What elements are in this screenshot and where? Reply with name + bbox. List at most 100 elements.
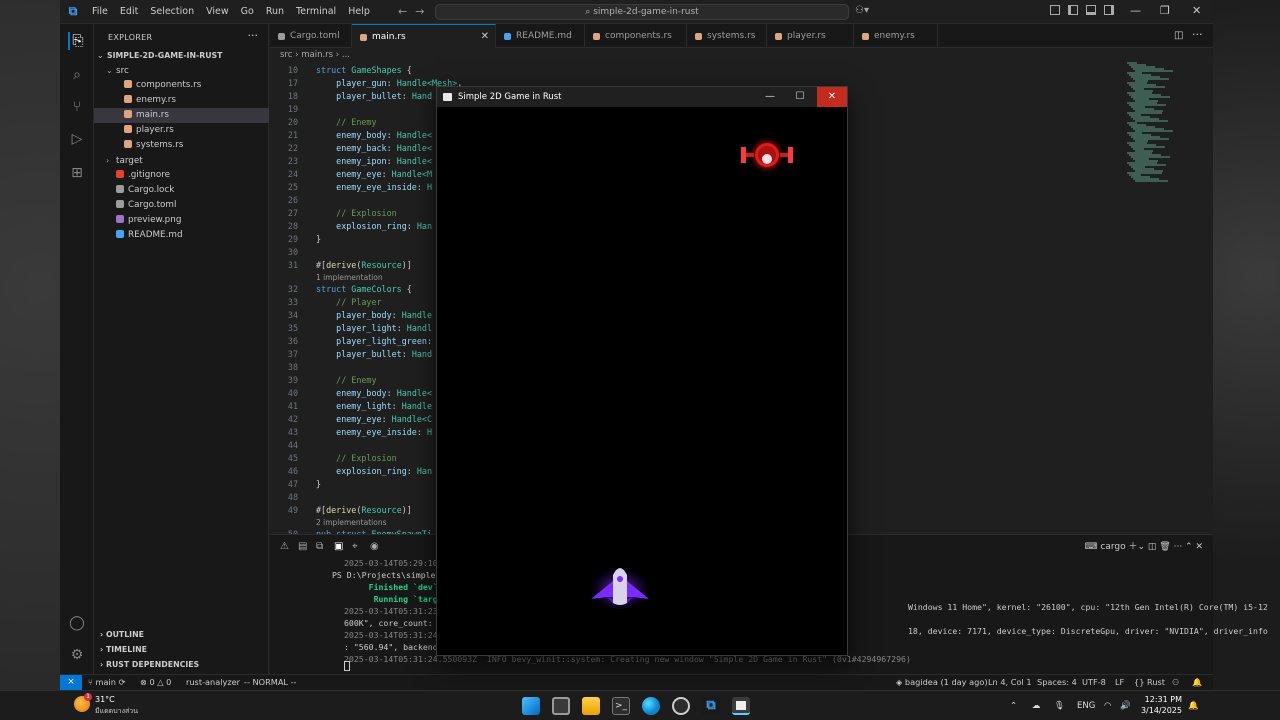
clock[interactable]: 12:31 PM 3/14/2025 [1118,694,1182,716]
chrome-icon[interactable] [672,697,690,715]
tab-systems-rs[interactable]: systems.rs [687,24,767,48]
tree-item-components-rs[interactable]: components.rs [94,78,269,93]
cursor-position[interactable]: Ln 4, Col 1 [988,675,1032,690]
tab-components-rs[interactable]: components.rs [585,24,687,48]
game-maximize-icon[interactable]: ☐ [785,87,815,107]
game-minimize-icon[interactable]: — [755,87,785,107]
game-title-bar[interactable]: Simple 2D Game in Rust — ☐ ✕ [437,87,847,107]
notification-center-icon[interactable]: 🔔 [1188,691,1199,720]
tray-overflow-icon[interactable]: ⌃ [1010,691,1017,720]
menu-run[interactable]: Run [260,6,290,17]
new-terminal-icon[interactable]: ＋⌄ [1129,542,1148,552]
command-center-search[interactable]: ⌕ simple-2d-game-in-rust [435,4,849,20]
layout-customize-icon[interactable] [1050,5,1060,15]
tree-item-systems-rs[interactable]: systems.rs [94,138,269,153]
menu-terminal[interactable]: Terminal [290,6,342,17]
terminal-icon[interactable]: ▣ [334,541,343,552]
wifi-icon[interactable]: ◠ [1104,691,1111,720]
terminal-profile[interactable]: cargo [1100,542,1125,552]
file-explorer-icon[interactable] [582,697,600,715]
close-panel-icon[interactable]: ✕ [1195,542,1203,552]
notifications-bell-icon[interactable]: 🔔 [1192,675,1202,690]
project-folder[interactable]: ⌄ SIMPLE-2D-GAME-IN-RUST [94,48,269,63]
vscode-taskbar-icon[interactable]: ⧉ [702,697,720,715]
section-timeline[interactable]: › TIMELINE [94,642,269,657]
language-mode[interactable]: {} Rust [1134,675,1165,690]
menu-view[interactable]: View [200,6,235,17]
tree-item-target[interactable]: › target [94,153,269,168]
search-icon[interactable]: ⌕ [68,66,86,84]
account-icon[interactable]: ◯ [68,614,86,632]
tree-item--gitignore[interactable]: .gitignore [94,168,269,183]
section-outline[interactable]: › OUTLINE [94,627,269,642]
copilot-icon[interactable]: ⚇▾ [855,5,869,16]
start-icon[interactable] [522,697,540,715]
input-language[interactable]: ENG [1077,691,1095,720]
source-control-icon[interactable]: ⑂ [68,98,86,116]
branch-status[interactable]: ⑂ main ⟳ [88,675,125,690]
menu-edit[interactable]: Edit [114,6,144,17]
ports-icon[interactable]: ⌖ [352,541,358,552]
restore-icon[interactable]: ❐ [1160,4,1170,17]
maximize-panel-icon[interactable]: ⌃ [1185,542,1195,552]
tab-more-icon[interactable]: ··· [1192,28,1203,41]
menu-selection[interactable]: Selection [144,6,200,17]
git-blame[interactable]: ◈ bagidea (1 day ago) [896,675,988,690]
tree-item-enemy-rs[interactable]: enemy.rs [94,93,269,108]
gitlens-icon[interactable]: ◉ [370,541,379,552]
debug-console-icon[interactable]: ⧉ [316,541,323,552]
more-icon[interactable]: ··· [1174,542,1185,552]
minimize-icon[interactable]: — [1130,4,1141,17]
terminal-app-icon[interactable]: >_ [612,697,630,715]
menu-help[interactable]: Help [342,6,376,17]
codelens[interactable]: 2 implementations [316,517,387,528]
split-terminal-icon[interactable]: ◫ [1148,542,1159,552]
tree-item-player-rs[interactable]: player.rs [94,123,269,138]
extensions-icon[interactable]: ⊞ [68,164,86,182]
tab-main-rs[interactable]: main.rs ✕ [352,24,496,48]
nav-arrows[interactable]: ←→ [398,5,432,18]
close-icon[interactable]: ✕ [1192,4,1201,17]
tab-player-rs[interactable]: player.rs [767,24,854,48]
breadcrumb[interactable]: src › main.rs › ... [280,50,350,60]
more-actions-icon[interactable]: ··· [248,29,259,42]
indentation[interactable]: Spaces: 4 [1037,675,1077,690]
tree-item-cargo-lock[interactable]: Cargo.lock [94,183,269,198]
line-ending[interactable]: LF [1115,675,1124,690]
minimap[interactable] [1125,62,1185,192]
edge-icon[interactable] [642,697,660,715]
kill-terminal-icon[interactable]: 🗑 [1159,542,1173,552]
toggle-sidebar-icon[interactable] [1068,5,1078,15]
tab-readme-md[interactable]: README.md [496,24,585,48]
analyzer-status[interactable]: rust-analyzer [186,675,240,690]
copilot-status-icon[interactable]: ⚇ [1172,675,1179,690]
tree-item-cargo-toml[interactable]: Cargo.toml [94,198,269,213]
output-icon[interactable]: ▤ [298,541,307,552]
toggle-panel-icon[interactable] [1086,5,1096,15]
problems-status[interactable]: ⊗ 0 △ 0 [140,675,171,690]
settings-gear-icon[interactable]: ⚙ [68,646,86,664]
tree-item-preview-png[interactable]: preview.png [94,213,269,228]
tree-item-readme-md[interactable]: README.md [94,228,269,243]
explorer-icon[interactable]: ⎘ [68,32,86,50]
menu-file[interactable]: File [86,6,114,17]
split-editor-icon[interactable]: ◫ [1174,30,1183,41]
section-rust-dependencies[interactable]: › RUST DEPENDENCIES [94,657,269,672]
tree-item-main-rs[interactable]: main.rs [94,108,269,123]
task-view-icon[interactable] [552,697,570,715]
tab-cargo-toml[interactable]: Cargo.toml [270,24,352,48]
problems-icon[interactable]: ⚠ [280,541,289,552]
toggle-secondary-sidebar-icon[interactable] [1104,5,1114,15]
remote-icon[interactable]: ⨯ [60,675,82,691]
game-close-icon[interactable]: ✕ [817,87,847,107]
encoding[interactable]: UTF-8 [1082,675,1106,690]
codelens[interactable]: 1 implementation [316,272,383,283]
game-window[interactable]: Simple 2D Game in Rust — ☐ ✕ [436,86,848,656]
run-debug-icon[interactable]: ▷ [68,130,86,148]
tree-item-src[interactable]: ⌄ src [94,63,269,78]
game-taskbar-icon[interactable] [732,697,750,715]
menu-go[interactable]: Go [235,6,260,17]
tab-enemy-rs[interactable]: enemy.rs [854,24,938,48]
terminal-cursor[interactable] [344,661,350,671]
microphone-icon[interactable]: 🎙 [1054,691,1065,720]
